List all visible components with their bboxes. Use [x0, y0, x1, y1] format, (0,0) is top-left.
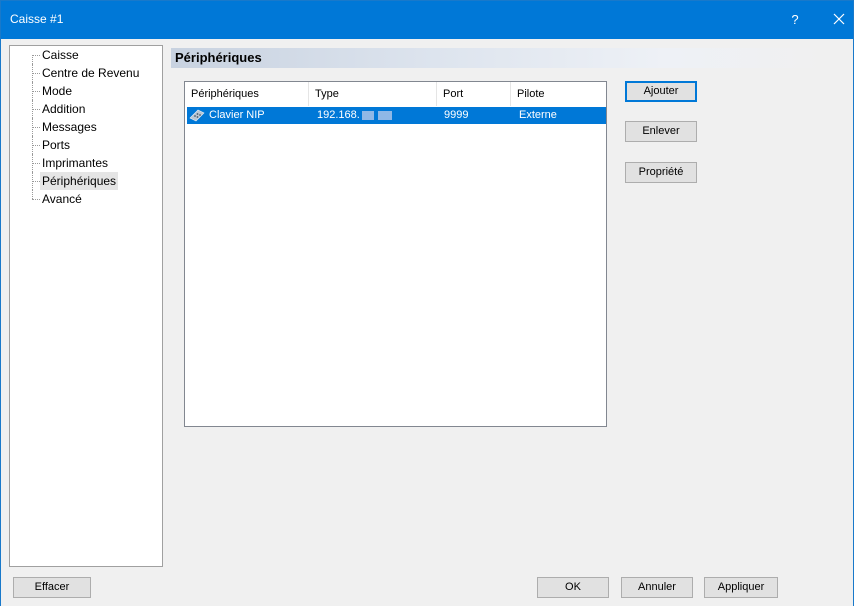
apply-button[interactable]: Appliquer — [704, 577, 778, 598]
tree-item-mode[interactable]: Mode — [10, 82, 160, 100]
row-driver: Externe — [519, 109, 557, 121]
ok-button[interactable]: OK — [537, 577, 609, 598]
tree-connector — [32, 73, 40, 74]
tree-item-label: Périphériques — [40, 172, 119, 190]
tree-item-label: Imprimantes — [42, 156, 109, 170]
row-type-value: 192.168. — [317, 109, 360, 121]
tree-item-addition[interactable]: Addition — [10, 100, 160, 118]
tree-item-ports[interactable]: Ports — [10, 136, 160, 154]
add-button[interactable]: Ajouter — [625, 81, 697, 102]
list-header: Périphériques Type Port Pilote — [185, 82, 606, 106]
tree-item-label: Messages — [42, 120, 97, 134]
settings-tree: Caisse Centre de Revenu Mode Addition Me… — [9, 45, 163, 567]
help-button[interactable]: ? — [783, 9, 807, 31]
tree-item-centre-de-revenu[interactable]: Centre de Revenu — [10, 64, 160, 82]
column-header-peripheriques[interactable]: Périphériques — [185, 82, 309, 106]
redacted-block — [361, 110, 374, 120]
tree-connector — [32, 190, 33, 199]
tree-connector — [32, 163, 40, 164]
tree-connector — [32, 145, 40, 146]
tree-item-peripheriques[interactable]: Périphériques — [10, 172, 160, 190]
title-bar: Caisse #1 ? — [1, 1, 853, 39]
panel-header: Périphériques — [171, 48, 831, 68]
properties-button[interactable]: Propriété — [625, 162, 697, 183]
tree-item-label: Avancé — [42, 192, 82, 206]
window-title: Caisse #1 — [10, 12, 64, 26]
tree-connector — [32, 55, 40, 56]
dialog-window: Caisse #1 ? Caisse Centre de Revenu Mode — [0, 0, 854, 606]
row-type: 192.168. — [317, 107, 392, 124]
tree-item-imprimantes[interactable]: Imprimantes — [10, 154, 160, 172]
column-header-port[interactable]: Port — [437, 82, 511, 106]
tree-item-avance[interactable]: Avancé — [10, 190, 160, 208]
tree-item-caisse[interactable]: Caisse — [10, 46, 160, 64]
tree-connector — [32, 91, 40, 92]
tree-connector — [32, 181, 40, 182]
tree-item-label: Addition — [42, 102, 86, 116]
redacted-block — [377, 110, 392, 120]
tree-connector — [32, 109, 40, 110]
tree-item-label: Ports — [42, 138, 71, 152]
keypad-icon — [189, 109, 205, 125]
tree-connector — [32, 127, 40, 128]
row-device: Clavier NIP — [209, 109, 265, 121]
tree-item-label: Caisse — [42, 48, 79, 62]
cancel-button[interactable]: Annuler — [621, 577, 693, 598]
tree-item-messages[interactable]: Messages — [10, 118, 160, 136]
tree-item-label: Mode — [42, 84, 73, 98]
column-header-pilote[interactable]: Pilote — [511, 82, 606, 106]
tree-connector — [32, 199, 40, 200]
remove-button[interactable]: Enlever — [625, 121, 697, 142]
clear-button[interactable]: Effacer — [13, 577, 91, 598]
column-header-type[interactable]: Type — [309, 82, 437, 106]
row-port: 9999 — [444, 109, 469, 121]
panel-title: Périphériques — [175, 50, 262, 65]
tree-connector — [32, 55, 33, 64]
tree-item-label: Centre de Revenu — [42, 66, 140, 80]
close-icon[interactable] — [827, 7, 851, 31]
devices-list[interactable]: Périphériques Type Port Pilote Clavier N… — [184, 81, 607, 427]
table-row[interactable]: Clavier NIP 192.168. 9999 Externe — [187, 107, 606, 124]
